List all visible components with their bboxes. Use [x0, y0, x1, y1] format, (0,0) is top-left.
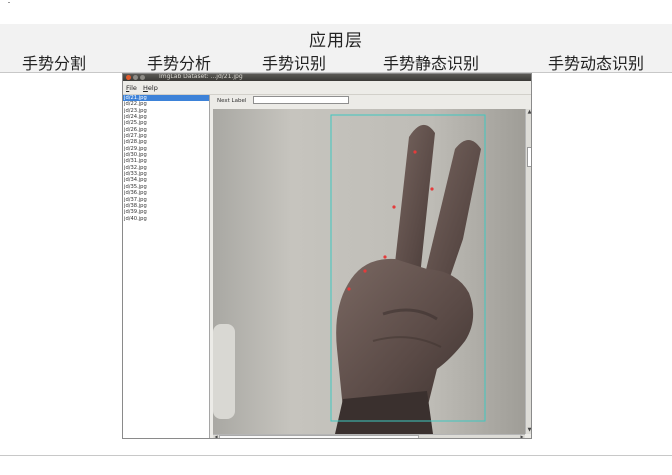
window-title: ImgLab Dataset: ...jd/21.jpg — [159, 73, 243, 80]
category-row: 手势分割 手势分析 手势识别 手势静态识别 手势动态识别 — [0, 50, 672, 73]
category-static-recognition: 手势静态识别 — [383, 54, 480, 73]
arrow-right-icon[interactable]: ▶ — [519, 434, 525, 438]
layer-title: 应用层 — [309, 31, 363, 51]
menu-file[interactable]: File — [126, 84, 137, 92]
horizontal-scrollbar[interactable]: ◀ ▶ — [213, 434, 525, 438]
horizontal-scroll-thumb[interactable] — [219, 435, 419, 438]
file-list-item[interactable]: jd/40.jpg — [123, 216, 209, 222]
minimize-icon[interactable] — [133, 75, 138, 80]
arrow-down-icon[interactable]: ▼ — [526, 427, 531, 434]
next-label-caption: Next Label — [217, 98, 247, 104]
imglab-window: ImgLab Dataset: ...jd/21.jpg File Help j… — [122, 73, 532, 439]
top-rule — [8, 2, 10, 3]
hand-photo — [213, 109, 525, 434]
category-dynamic-recognition: 手势动态识别 — [548, 54, 645, 73]
arrow-up-icon[interactable]: ▲ — [526, 109, 531, 116]
category-gesture-analysis: 手势分析 — [147, 54, 212, 73]
label-bar: Next Label — [211, 95, 531, 107]
bottom-divider — [0, 455, 672, 456]
window-titlebar[interactable]: ImgLab Dataset: ...jd/21.jpg — [123, 74, 531, 81]
image-canvas[interactable] — [213, 109, 525, 434]
close-icon[interactable] — [126, 75, 131, 80]
file-list[interactable]: jd/21.jpg jd/22.jpg jd/23.jpg jd/24.jpg jd/2… — [123, 95, 210, 438]
maximize-icon[interactable] — [140, 75, 145, 80]
next-label-input[interactable] — [253, 96, 349, 104]
category-gesture-segmentation: 手势分割 — [22, 54, 87, 73]
menu-help[interactable]: Help — [143, 84, 158, 92]
menubar: File Help — [123, 81, 531, 95]
category-gesture-recognition: 手势识别 — [262, 54, 327, 73]
vertical-scrollbar[interactable]: ▲ ▼ — [525, 109, 531, 434]
vertical-scroll-thumb[interactable] — [527, 147, 531, 167]
